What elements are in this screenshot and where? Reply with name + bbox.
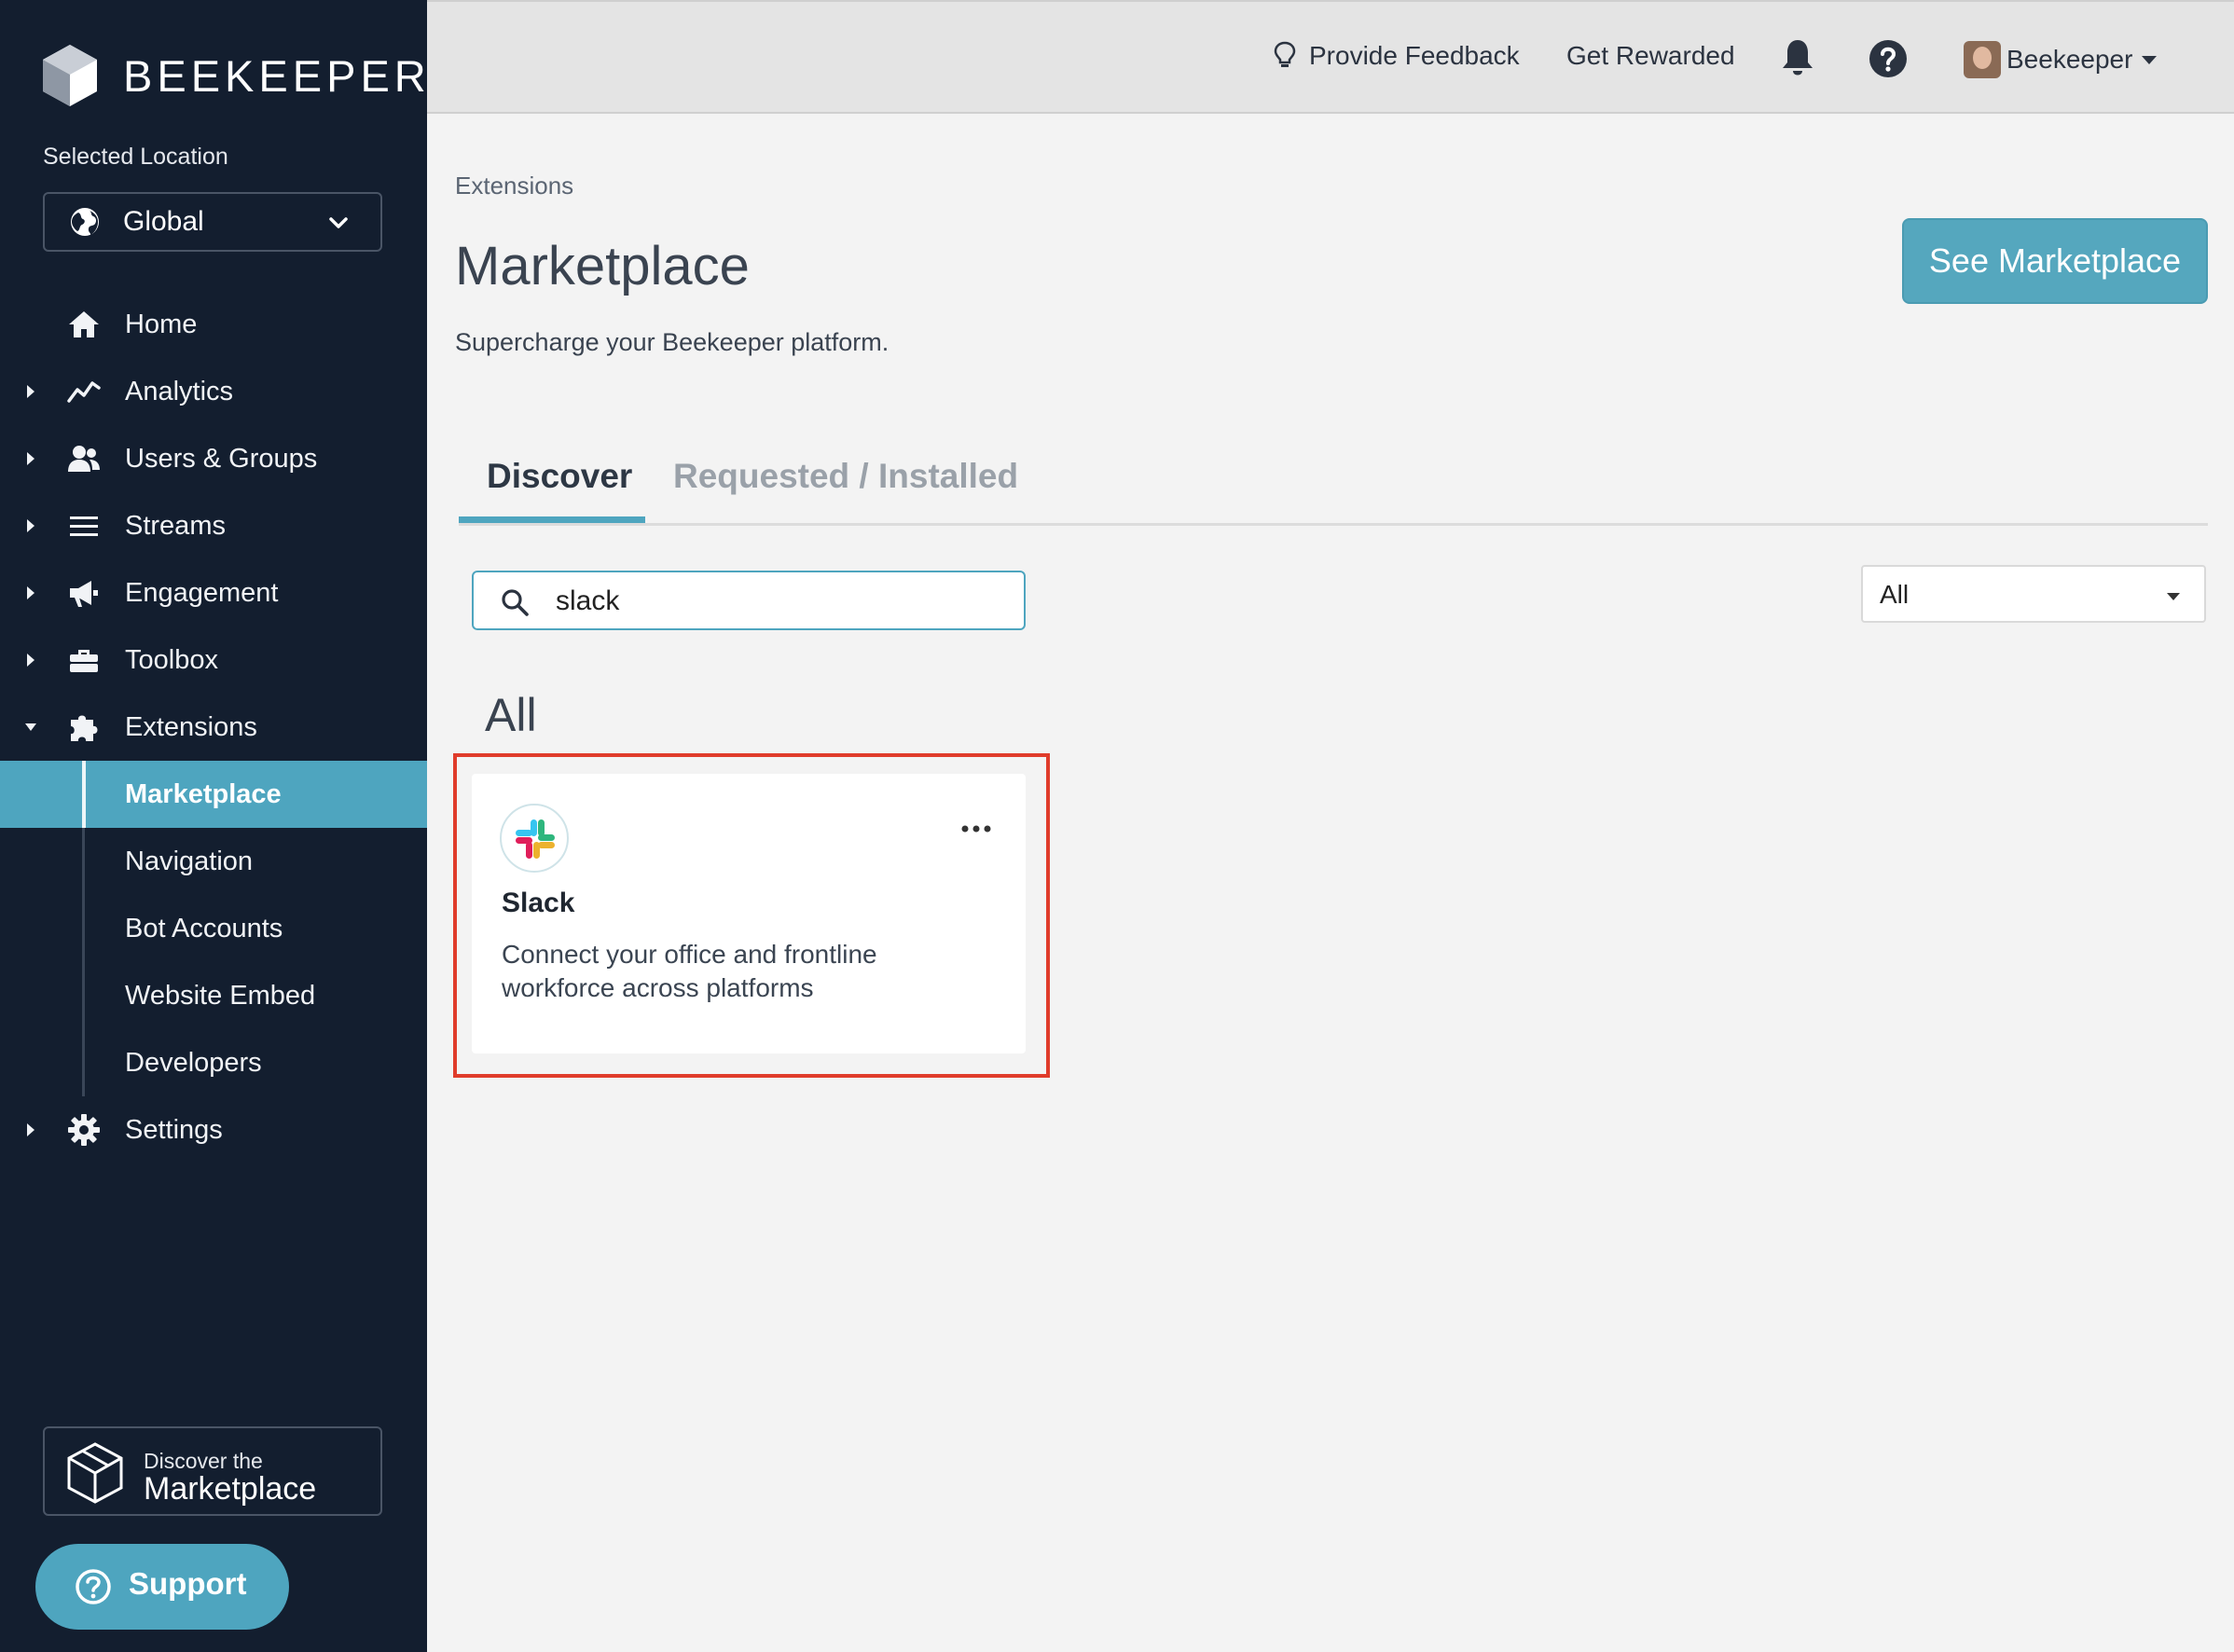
provide-feedback-link[interactable]: Provide Feedback xyxy=(1274,41,1520,71)
globe-icon xyxy=(71,208,99,236)
sidebar-item-label: Navigation xyxy=(125,846,254,876)
megaphone-icon xyxy=(70,581,98,607)
selected-location-label: Selected Location xyxy=(43,144,228,170)
caret-right-icon xyxy=(27,519,34,532)
brand-logo[interactable]: BEEKEEPER xyxy=(41,43,431,108)
sidebar-item-marketplace[interactable]: Marketplace xyxy=(0,761,427,828)
active-tab-indicator xyxy=(459,516,645,523)
analytics-icon xyxy=(67,381,101,403)
sidebar-item-label: Streams xyxy=(125,510,226,541)
search-input[interactable] xyxy=(556,582,1003,621)
filter-value: All xyxy=(1880,580,1910,609)
sidebar-item-label: Marketplace xyxy=(125,778,282,809)
beekeeper-logo-icon xyxy=(43,45,97,106)
sidebar-item-label: Extensions xyxy=(125,711,257,742)
avatar xyxy=(1964,41,2001,78)
users-icon xyxy=(68,446,100,472)
tab-requested-installed[interactable]: Requested / Installed xyxy=(673,457,1018,496)
lightbulb-icon xyxy=(1274,41,1296,67)
support-button[interactable]: Support xyxy=(35,1544,289,1630)
top-bar: Provide Feedback Get Rewarded Beekeeper xyxy=(427,0,2234,114)
streams-icon xyxy=(70,516,98,536)
sidebar-nav: Home Analytics Users & Groups Streams En… xyxy=(0,291,427,1163)
sidebar-item-bot-accounts[interactable]: Bot Accounts xyxy=(0,895,427,962)
sidebar-item-extensions[interactable]: Extensions xyxy=(0,694,427,761)
search-box xyxy=(472,571,1026,630)
tabs: Discover Requested / Installed xyxy=(459,447,2208,526)
discover-label: Discover the xyxy=(144,1449,263,1473)
get-rewarded-link[interactable]: Get Rewarded xyxy=(1566,41,1735,71)
sidebar-item-users-groups[interactable]: Users & Groups xyxy=(0,425,427,492)
sidebar-item-label: Toolbox xyxy=(125,644,218,675)
gear-icon xyxy=(68,1114,100,1146)
search-icon xyxy=(502,589,529,616)
more-options-icon[interactable] xyxy=(960,824,992,833)
sidebar-item-label: Analytics xyxy=(125,376,234,406)
marketplace-label: Marketplace xyxy=(144,1471,317,1507)
sidebar-item-settings[interactable]: Settings xyxy=(0,1096,427,1163)
chevron-down-icon xyxy=(329,217,348,228)
sidebar-item-streams[interactable]: Streams xyxy=(0,492,427,559)
tab-discover[interactable]: Discover xyxy=(487,457,632,496)
toolbox-icon xyxy=(70,650,98,672)
provide-feedback-label: Provide Feedback xyxy=(1309,41,1520,70)
breadcrumb[interactable]: Extensions xyxy=(455,172,573,200)
caret-right-icon xyxy=(27,385,34,398)
card-description: Connect your office and frontline workfo… xyxy=(502,940,877,1002)
sidebar-item-label: Users & Groups xyxy=(125,443,318,474)
get-rewarded-label: Get Rewarded xyxy=(1566,41,1735,70)
sidebar-item-label: Engagement xyxy=(125,577,279,608)
sidebar-item-toolbox[interactable]: Toolbox xyxy=(0,626,427,694)
caret-right-icon xyxy=(27,1123,34,1136)
marketplace-cube-icon xyxy=(67,1442,123,1504)
category-filter-select[interactable]: All xyxy=(1861,565,2206,623)
sidebar-item-label: Bot Accounts xyxy=(125,913,283,943)
caret-right-icon xyxy=(27,654,34,667)
sidebar-item-label: Settings xyxy=(125,1114,223,1145)
sidebar-item-analytics[interactable]: Analytics xyxy=(0,358,427,425)
puzzle-icon xyxy=(71,715,98,741)
bell-icon[interactable] xyxy=(1779,37,1816,78)
page-subtitle: Supercharge your Beekeeper platform. xyxy=(455,328,889,356)
sidebar-item-label: Website Embed xyxy=(125,980,316,1011)
caret-down-icon xyxy=(2142,55,2158,64)
sidebar-item-label: Home xyxy=(125,309,198,339)
caret-right-icon xyxy=(27,452,34,465)
sidebar-item-website-embed[interactable]: Website Embed xyxy=(0,962,427,1029)
page-title: Marketplace xyxy=(455,236,750,296)
help-circle-icon xyxy=(76,1569,111,1604)
caret-down-icon xyxy=(25,723,36,731)
home-icon xyxy=(69,311,99,337)
extensions-submenu: Marketplace Navigation Bot Accounts Webs… xyxy=(0,761,427,1096)
help-icon[interactable] xyxy=(1869,39,1908,78)
location-select[interactable]: Global xyxy=(43,192,382,252)
sidebar-item-engagement[interactable]: Engagement xyxy=(0,559,427,626)
discover-marketplace-button[interactable]: Discover the Marketplace xyxy=(43,1426,382,1516)
see-marketplace-button[interactable]: See Marketplace xyxy=(1902,218,2208,304)
slack-icon xyxy=(516,819,555,859)
sidebar-item-home[interactable]: Home xyxy=(0,291,427,358)
location-value: Global xyxy=(123,206,204,237)
sidebar-item-developers[interactable]: Developers xyxy=(0,1029,427,1096)
caret-right-icon xyxy=(27,586,34,599)
card-title: Slack xyxy=(502,888,575,918)
caret-down-icon xyxy=(2167,593,2180,600)
user-menu[interactable]: Beekeeper xyxy=(1964,41,2158,78)
section-heading: All xyxy=(485,689,537,741)
brand-name: BEEKEEPER xyxy=(123,50,431,101)
support-label: Support xyxy=(129,1566,247,1601)
sidebar-item-label: Developers xyxy=(125,1047,262,1078)
slack-logo xyxy=(500,804,569,873)
extension-card-slack[interactable]: Slack Connect your office and frontline … xyxy=(472,774,1026,1053)
sidebar-item-navigation[interactable]: Navigation xyxy=(0,828,427,895)
sidebar: BEEKEEPER Selected Location Global Home … xyxy=(0,0,427,1652)
user-name: Beekeeper xyxy=(2006,45,2133,74)
